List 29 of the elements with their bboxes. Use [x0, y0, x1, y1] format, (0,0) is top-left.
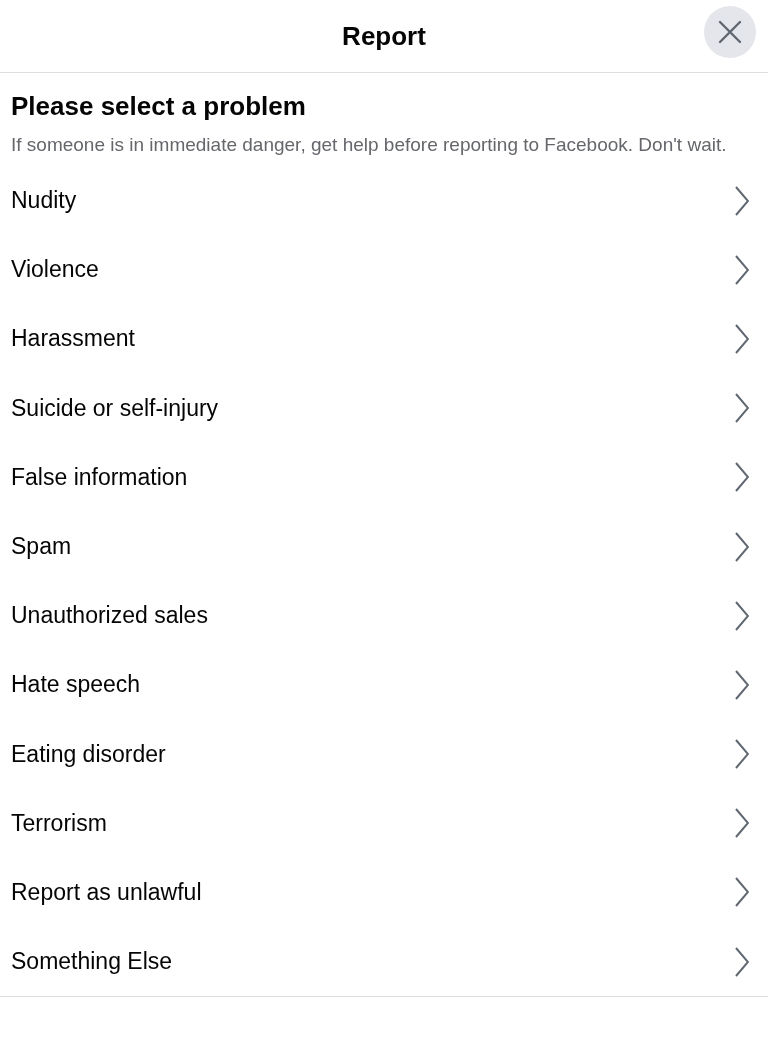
problem-item[interactable]: Suicide or self-injury — [0, 373, 768, 443]
chevron-right-icon — [735, 531, 749, 562]
chevron-right-icon — [735, 739, 749, 770]
problem-item[interactable]: False information — [0, 442, 768, 512]
problem-item[interactable]: Harassment — [0, 304, 768, 374]
chevron-right-icon — [735, 254, 749, 285]
chevron-right-icon — [735, 323, 749, 354]
danger-notice: If someone is in immediate danger, get help before reporting to Facebook. Don't wait. — [11, 133, 728, 157]
problem-item[interactable]: Hate speech — [0, 650, 768, 720]
chevron-right-icon — [735, 808, 749, 839]
chevron-right-icon — [735, 877, 749, 908]
problem-item[interactable]: Nudity — [0, 166, 768, 236]
problem-item[interactable]: Violence — [0, 235, 768, 305]
chevron-right-icon — [735, 393, 749, 424]
problem-item[interactable]: Terrorism — [0, 788, 768, 858]
problem-item[interactable]: Report as unlawful — [0, 857, 768, 928]
chevron-right-icon — [735, 669, 749, 700]
problem-item[interactable]: Eating disorder — [0, 719, 768, 789]
dialog-title: Report — [342, 20, 426, 52]
problem-item[interactable]: Unauthorized sales — [0, 581, 768, 651]
chevron-right-icon — [735, 185, 749, 216]
chevron-right-icon — [735, 946, 749, 977]
section-heading: Please select a problem — [11, 91, 307, 122]
problem-item[interactable]: Something Else — [0, 927, 768, 997]
close-button[interactable] — [704, 6, 756, 58]
chevron-right-icon — [735, 600, 749, 631]
problem-item[interactable]: Spam — [0, 511, 768, 582]
close-icon — [718, 20, 742, 44]
chevron-right-icon — [735, 462, 749, 493]
